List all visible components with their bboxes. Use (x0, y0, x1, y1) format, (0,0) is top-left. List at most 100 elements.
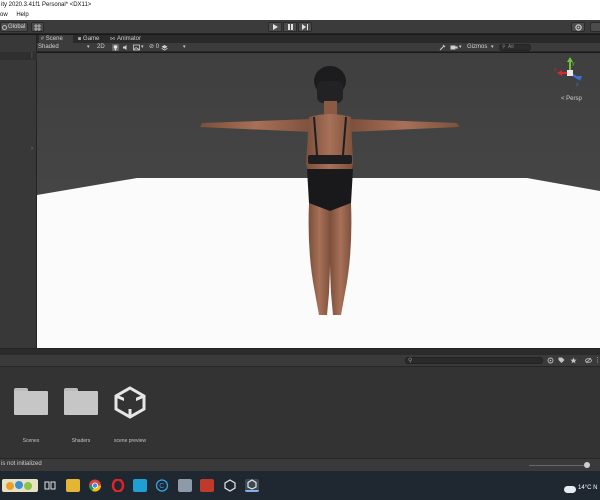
flower-logo-icon (6, 481, 32, 490)
hash-icon: # (41, 36, 44, 42)
chevron-right-icon[interactable]: › (31, 146, 33, 152)
tools-button[interactable] (439, 44, 446, 51)
shading-mode-dropdown[interactable]: Shaded ▾ (38, 43, 94, 52)
step-button[interactable] (298, 22, 312, 32)
gizmos-label: Gizmos (467, 44, 488, 50)
account-button[interactable] (590, 22, 600, 32)
menu-bar: ow Help (0, 11, 600, 20)
grid-snap-button[interactable] (31, 22, 44, 32)
file-explorer-icon[interactable] (66, 479, 80, 492)
hierarchy-panel: ⋮ › (0, 35, 37, 348)
hidden-count: 0 (155, 44, 160, 50)
layers-icon (161, 45, 168, 51)
filter-icon (547, 357, 554, 364)
perspective-toggle[interactable]: < Persp (561, 96, 582, 102)
chevron-down-icon[interactable]: ▾ (183, 43, 186, 52)
pause-icon (287, 24, 293, 30)
c-circle-icon: C (155, 479, 169, 492)
console-message[interactable]: is not initialized (1, 461, 42, 467)
search-icon: ⚲ (408, 358, 413, 364)
pause-button[interactable] (283, 22, 297, 32)
svg-text:C: C (159, 483, 164, 490)
camera-icon (450, 45, 458, 50)
scene-viewport[interactable]: y x z < Persp (37, 53, 600, 348)
icon-size-slider-thumb[interactable] (584, 462, 590, 468)
unity-logo-icon (114, 386, 146, 419)
main-toolbar: Global (0, 20, 600, 34)
photos-icon[interactable] (178, 479, 192, 492)
gizmo-axis-x: x (554, 67, 557, 73)
play-button[interactable] (268, 22, 282, 32)
grid-snap-icon (34, 23, 41, 31)
shading-mode-label: Shaded (38, 44, 59, 50)
tab-animator[interactable]: ⋈ Animator (110, 35, 141, 43)
gear-icon (574, 23, 582, 31)
animator-icon: ⋈ (110, 36, 115, 42)
window-title-bar: ity 2020.3.41f1 Personal* <DX11> (0, 0, 600, 11)
copilot-app[interactable]: C (155, 479, 169, 492)
icon-size-slider-track[interactable] (529, 465, 589, 466)
folder-icon (14, 388, 48, 416)
speaker-icon (123, 45, 127, 50)
folder-icon (64, 388, 98, 416)
scene-view-toolbar: Shaded ▾ 2D ▾ ⊘ 0 ▾ ▾ Gizmos ▾ ⚲ All (37, 43, 600, 52)
gizmo-axis-z: z (576, 82, 579, 87)
menu-item-help[interactable]: Help (16, 11, 28, 20)
taskbar-pinned-banner[interactable] (2, 479, 38, 492)
tab-game[interactable]: ◙ Game (76, 35, 99, 43)
view-tab-bar: # Scene ◙ Game ⋈ Animator (37, 35, 600, 43)
unity-hub-app[interactable] (223, 479, 237, 492)
filter-by-type-button[interactable] (547, 357, 554, 364)
chevron-down-icon[interactable]: ▾ (459, 43, 462, 52)
ground-plane (37, 53, 600, 348)
lighting-toggle[interactable] (112, 44, 119, 51)
filter-by-label-button[interactable] (558, 357, 565, 364)
scene-visibility-toggle[interactable]: ⊘ 0 (149, 43, 159, 52)
kebab-menu-icon[interactable]: ⋮ (594, 357, 600, 364)
weather-temperature[interactable]: 14°C N (578, 485, 597, 491)
opera-app[interactable] (111, 478, 125, 493)
os-taskbar: C 14°C N (0, 471, 600, 500)
gizmo-axis-y: y (572, 61, 575, 67)
toggle-2d-label: 2D (97, 44, 105, 50)
console-status-bar: is not initialized (0, 458, 600, 471)
orientation-gizmo[interactable]: y x z (553, 57, 583, 87)
image-effects-icon (133, 44, 140, 51)
chrome-app[interactable] (88, 479, 102, 492)
hidden-packages-button[interactable] (585, 357, 592, 364)
wrench-icon (439, 44, 446, 51)
gamepad-icon: ◙ (78, 36, 82, 42)
window-title: ity 2020.3.41f1 Personal* <DX11> (1, 2, 92, 8)
audio-toggle[interactable] (122, 44, 129, 51)
task-view-icon (44, 481, 56, 490)
effects-toggle[interactable] (133, 44, 140, 51)
tab-game-label: Game (83, 36, 100, 42)
tab-scene[interactable]: # Scene (39, 35, 73, 43)
search-icon: ⚲ (502, 44, 506, 50)
chrome-icon (89, 479, 101, 492)
chevron-down-icon: ▾ (87, 44, 90, 50)
messenger-icon[interactable] (133, 479, 147, 492)
global-local-toggle[interactable]: Global (0, 22, 28, 32)
star-icon (570, 357, 577, 364)
toggle-2d-button[interactable]: 2D (97, 43, 105, 52)
cloud-icon[interactable] (564, 486, 576, 493)
project-assets-grid: Scenes Shaders scene preview (0, 367, 600, 458)
scene-search-input[interactable]: ⚲ All (499, 44, 531, 51)
chevron-down-icon[interactable]: ▾ (141, 43, 144, 52)
tag-icon (558, 357, 565, 363)
store-icon[interactable] (200, 479, 214, 492)
chevron-down-icon: ▾ (491, 44, 494, 50)
layers-toggle[interactable] (161, 44, 168, 51)
services-button[interactable] (571, 22, 585, 32)
menu-item-window[interactable]: ow (0, 11, 8, 20)
kebab-menu-icon[interactable]: ⋮ (29, 52, 35, 59)
camera-settings-button[interactable] (450, 44, 458, 51)
project-search-input[interactable]: ⚲ (405, 357, 543, 364)
task-view-button[interactable] (43, 479, 57, 492)
unity-editor-app[interactable] (245, 479, 259, 492)
favorites-button[interactable] (570, 357, 577, 364)
lightbulb-icon (113, 45, 118, 51)
gizmos-dropdown[interactable]: Gizmos ▾ (467, 43, 494, 52)
eye-slash-icon: ⊘ (149, 44, 155, 50)
